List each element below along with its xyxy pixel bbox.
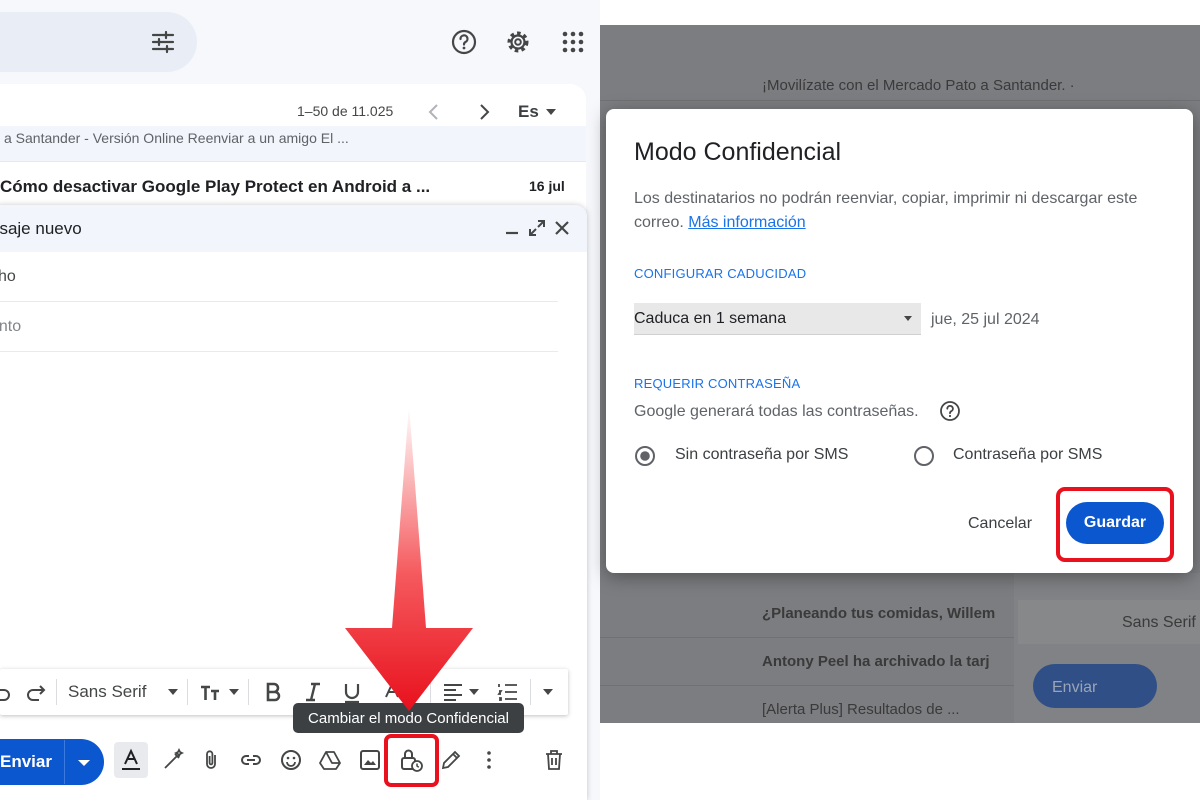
more-icon[interactable] (477, 748, 501, 772)
compose-title: nsaje nuevo (0, 219, 82, 238)
divider (64, 740, 65, 784)
background-snippet: [Alerta Plus] Resultados de ... (762, 701, 960, 718)
expiry-select[interactable]: Caduca en 1 semana (634, 303, 921, 335)
close-icon[interactable] (552, 218, 572, 238)
chevron-down-icon (168, 689, 178, 695)
send-button-label: Enviar (0, 752, 52, 771)
dialog-title: Modo Confidencial (634, 138, 842, 166)
divider (187, 679, 188, 705)
expand-icon[interactable] (527, 218, 547, 238)
background-snippet: Antony Peel ha archivado la tarj (762, 653, 990, 670)
list-item[interactable]: a Santander - Versión Online Reenviar a … (0, 126, 586, 162)
radio-label-no-sms[interactable]: Sin contraseña por SMS (675, 446, 848, 464)
emoji-icon[interactable] (279, 748, 303, 772)
gmail-inbox-panel: 1–50 de 11.025 Es a Santander - Versión … (0, 0, 600, 800)
expiry-date: jue, 25 jul 2024 (931, 311, 1040, 328)
dialog-description: Los destinatarios no podrán reenviar, co… (634, 187, 1164, 235)
background-send-label: Enviar (1052, 679, 1098, 696)
divider (530, 679, 531, 705)
background-snippet: ¡Movilízate con el Mercado Pato a Santan… (762, 77, 1075, 94)
undo-icon[interactable] (0, 681, 10, 703)
confidential-dialog-screen: ¡Movilízate con el Mercado Pato a Santan… (600, 0, 1200, 800)
background-snippet: ¿Planeando tus comidas, Willem (762, 605, 996, 622)
drive-icon[interactable] (318, 748, 342, 772)
settings-icon[interactable] (504, 28, 532, 56)
chevron-right-icon[interactable] (472, 100, 496, 124)
apps-icon[interactable] (559, 28, 587, 56)
more-info-link[interactable]: Más información (688, 214, 805, 231)
compose-header[interactable] (0, 205, 587, 252)
divider (0, 351, 558, 352)
recipients-field[interactable]: cho (0, 268, 16, 286)
divider (56, 679, 57, 705)
schedule-send-icon[interactable] (78, 760, 90, 766)
attach-icon[interactable] (199, 748, 223, 772)
password-section-label: REQUERIR CONTRASEÑA (634, 376, 801, 391)
password-note: Google generará todas las contraseñas. (634, 403, 919, 420)
expiry-selected-value: Caduca en 1 semana (634, 310, 787, 327)
font-selector[interactable]: Sans Serif (68, 669, 146, 715)
chevron-left-icon[interactable] (422, 100, 446, 124)
divider (600, 100, 1200, 101)
italic-icon[interactable] (302, 681, 324, 703)
image-icon[interactable] (358, 748, 382, 772)
divider (248, 679, 249, 705)
help-icon[interactable] (450, 28, 478, 56)
highlight-box-save (1056, 487, 1174, 562)
radio-sms-password[interactable] (913, 445, 935, 467)
radio-label-sms[interactable]: Contraseña por SMS (953, 446, 1102, 464)
ai-pen-icon[interactable] (161, 748, 185, 772)
list-icon[interactable] (497, 681, 519, 703)
subject-field[interactable]: unto (0, 318, 21, 336)
input-language-selector[interactable]: Es (518, 102, 539, 122)
redo-icon[interactable] (24, 681, 46, 703)
expiry-section-label: CONFIGURAR CADUCIDAD (634, 266, 807, 281)
divider (0, 301, 558, 302)
bold-icon[interactable] (262, 681, 284, 703)
more-format-icon[interactable] (543, 689, 553, 695)
trash-icon[interactable] (542, 748, 566, 772)
formatting-icon (122, 748, 140, 770)
background-font: Sans Serif (1122, 614, 1196, 631)
cancel-button[interactable]: Cancelar (954, 508, 1046, 540)
mail-snippet: a Santander - Versión Online Reenviar a … (4, 130, 349, 146)
radio-no-sms-password[interactable] (634, 445, 656, 467)
chevron-down-icon (229, 689, 239, 695)
pagination-range: 1–50 de 11.025 (297, 103, 394, 119)
chevron-down-icon (904, 316, 912, 321)
signature-icon[interactable] (439, 748, 463, 772)
red-arrow-annotation (345, 405, 473, 711)
highlight-box-lock (384, 734, 439, 787)
minimize-icon[interactable] (502, 218, 522, 238)
mail-date: 16 jul (529, 178, 565, 194)
chevron-down-icon (546, 109, 556, 115)
mail-subject[interactable]: Cómo desactivar Google Play Protect en A… (0, 177, 430, 197)
help-icon[interactable] (939, 400, 961, 422)
tune-icon[interactable] (150, 29, 176, 55)
text-size-icon[interactable] (199, 682, 225, 704)
link-icon[interactable] (239, 748, 263, 772)
